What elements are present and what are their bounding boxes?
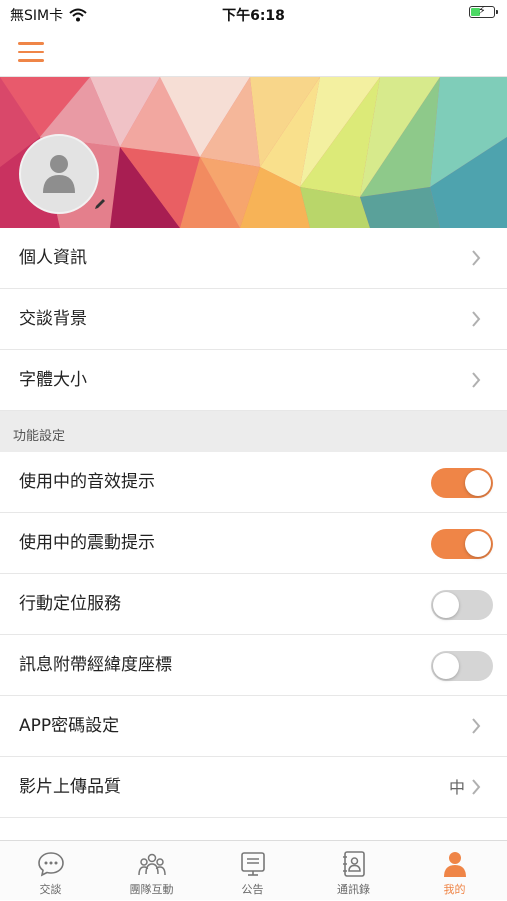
tab-team[interactable]: 團隊互動 bbox=[101, 841, 202, 901]
row-label: 影片上傳品質 bbox=[19, 777, 121, 797]
tab-profile[interactable]: 我的 bbox=[404, 841, 505, 901]
menu-row-font-size[interactable]: 字體大小 bbox=[0, 350, 507, 411]
row-label: APP密碼設定 bbox=[19, 716, 120, 736]
chevron-right-icon bbox=[472, 718, 481, 734]
tab-contacts[interactable]: 通訊錄 bbox=[303, 841, 404, 901]
contacts-icon bbox=[343, 851, 365, 877]
tab-bar: 交談 團隊互動 公告 通訊錄 我的 bbox=[0, 840, 507, 900]
row-label: 字體大小 bbox=[19, 370, 87, 390]
vibration-alert-toggle[interactable] bbox=[431, 529, 493, 559]
row-label: 訊息附帶經緯度座標 bbox=[19, 655, 172, 675]
tab-chat[interactable]: 交談 bbox=[0, 841, 101, 901]
announcement-icon bbox=[241, 852, 265, 876]
video-quality-value: 中 bbox=[448, 778, 465, 797]
tab-label: 交談 bbox=[39, 883, 62, 896]
chat-bubble-icon bbox=[38, 852, 64, 877]
row-label: 使用中的音效提示 bbox=[19, 472, 155, 492]
chevron-right-icon bbox=[472, 311, 481, 327]
tab-label: 我的 bbox=[443, 883, 466, 896]
chevron-right-icon bbox=[472, 250, 481, 266]
profile-icon bbox=[444, 852, 466, 877]
clock: 下午6:18 bbox=[222, 8, 285, 24]
row-label: 行動定位服務 bbox=[19, 594, 121, 614]
hamburger-menu-icon[interactable] bbox=[18, 42, 44, 62]
menu-row-chat-background[interactable]: 交談背景 bbox=[0, 289, 507, 350]
chevron-right-icon bbox=[472, 779, 481, 795]
tab-label: 通訊錄 bbox=[337, 883, 370, 896]
avatar[interactable] bbox=[19, 134, 99, 214]
team-icon bbox=[138, 853, 166, 876]
nav-bar bbox=[0, 28, 507, 77]
chevron-right-icon bbox=[472, 372, 481, 388]
location-service-toggle[interactable] bbox=[431, 590, 493, 620]
section-header-features: 功能設定 bbox=[0, 411, 507, 452]
menu-row-app-password[interactable]: APP密碼設定 bbox=[0, 696, 507, 757]
toggle-row-sound-alert: 使用中的音效提示 bbox=[0, 452, 507, 513]
row-label: 使用中的震動提示 bbox=[19, 533, 155, 553]
battery-icon: ⚡ bbox=[469, 4, 498, 18]
status-bar: 無SIM卡 下午6:18 ⚡ bbox=[0, 0, 507, 28]
menu-row-video-quality[interactable]: 影片上傳品質 中 bbox=[0, 757, 507, 818]
tab-label: 團隊互動 bbox=[129, 883, 174, 896]
message-coordinates-toggle[interactable] bbox=[431, 651, 493, 681]
tab-announcement[interactable]: 公告 bbox=[202, 841, 303, 901]
row-label: 交談背景 bbox=[19, 309, 87, 329]
person-icon bbox=[43, 155, 75, 193]
toggle-row-location-service: 行動定位服務 bbox=[0, 574, 507, 635]
row-label: 個人資訊 bbox=[19, 248, 87, 268]
toggle-row-message-coordinates: 訊息附帶經緯度座標 bbox=[0, 635, 507, 696]
tab-label: 公告 bbox=[241, 883, 264, 896]
pencil-icon[interactable] bbox=[92, 196, 108, 212]
sound-alert-toggle[interactable] bbox=[431, 468, 493, 498]
menu-row-personal-info[interactable]: 個人資訊 bbox=[0, 228, 507, 289]
toggle-row-vibration-alert: 使用中的震動提示 bbox=[0, 513, 507, 574]
